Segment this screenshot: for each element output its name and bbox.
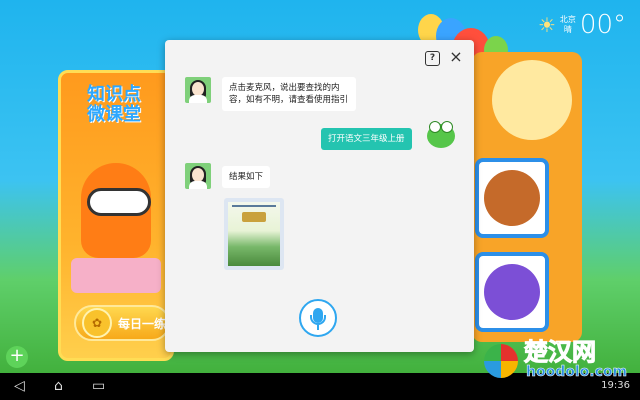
assistant-avatar	[185, 163, 211, 189]
textbook-cover-image	[228, 202, 280, 266]
bear-feature-tile[interactable]	[475, 158, 549, 238]
mascot-illustration	[81, 163, 151, 258]
temperature: 00°	[579, 10, 626, 40]
close-icon[interactable]: ×	[447, 48, 465, 66]
bear-illustration	[484, 170, 540, 226]
weather-location: 北京 晴	[559, 15, 576, 34]
user-message: 打开语文三年级上册	[321, 128, 412, 150]
add-icon[interactable]: +	[6, 346, 28, 368]
weather-widget: ☀ 北京 晴 00°	[538, 10, 626, 40]
watermark-name: 楚汉网	[524, 338, 597, 367]
assistant-message: 点击麦克风，说出要查找的内容，如有不明，请查看使用指引	[222, 77, 356, 111]
medal-icon: ✿	[82, 308, 112, 338]
assistant-message: 结果如下	[222, 166, 271, 188]
assistant-avatar	[185, 77, 211, 103]
knowledge-lessons-title: 知识点 微课堂	[87, 84, 141, 125]
books-illustration	[71, 258, 161, 293]
user-frog-avatar	[427, 121, 455, 148]
watermark: 楚汉网 hoodolo.com	[484, 330, 634, 396]
microphone-button[interactable]	[299, 299, 337, 337]
result-book-thumbnail[interactable]	[224, 198, 284, 270]
penguin-mascot-illustration	[492, 60, 572, 140]
recent-apps-icon[interactable]: ▭	[92, 378, 105, 394]
voice-search-dialog: ? × 点击麦克风，说出要查找的内容，如有不明，请查看使用指引 打开语文三年级上…	[165, 40, 474, 352]
help-icon[interactable]: ?	[425, 51, 440, 66]
rocket-illustration	[484, 264, 540, 320]
back-icon[interactable]: ◁	[14, 378, 25, 394]
watermark-logo	[484, 344, 518, 378]
watermark-url: hoodolo.com	[526, 364, 628, 381]
daily-practice-button[interactable]: ✿ 每日一练	[74, 305, 170, 341]
rocket-feature-tile[interactable]	[475, 252, 549, 332]
home-icon[interactable]: ⌂	[54, 378, 63, 394]
sun-icon: ☀	[537, 13, 556, 37]
